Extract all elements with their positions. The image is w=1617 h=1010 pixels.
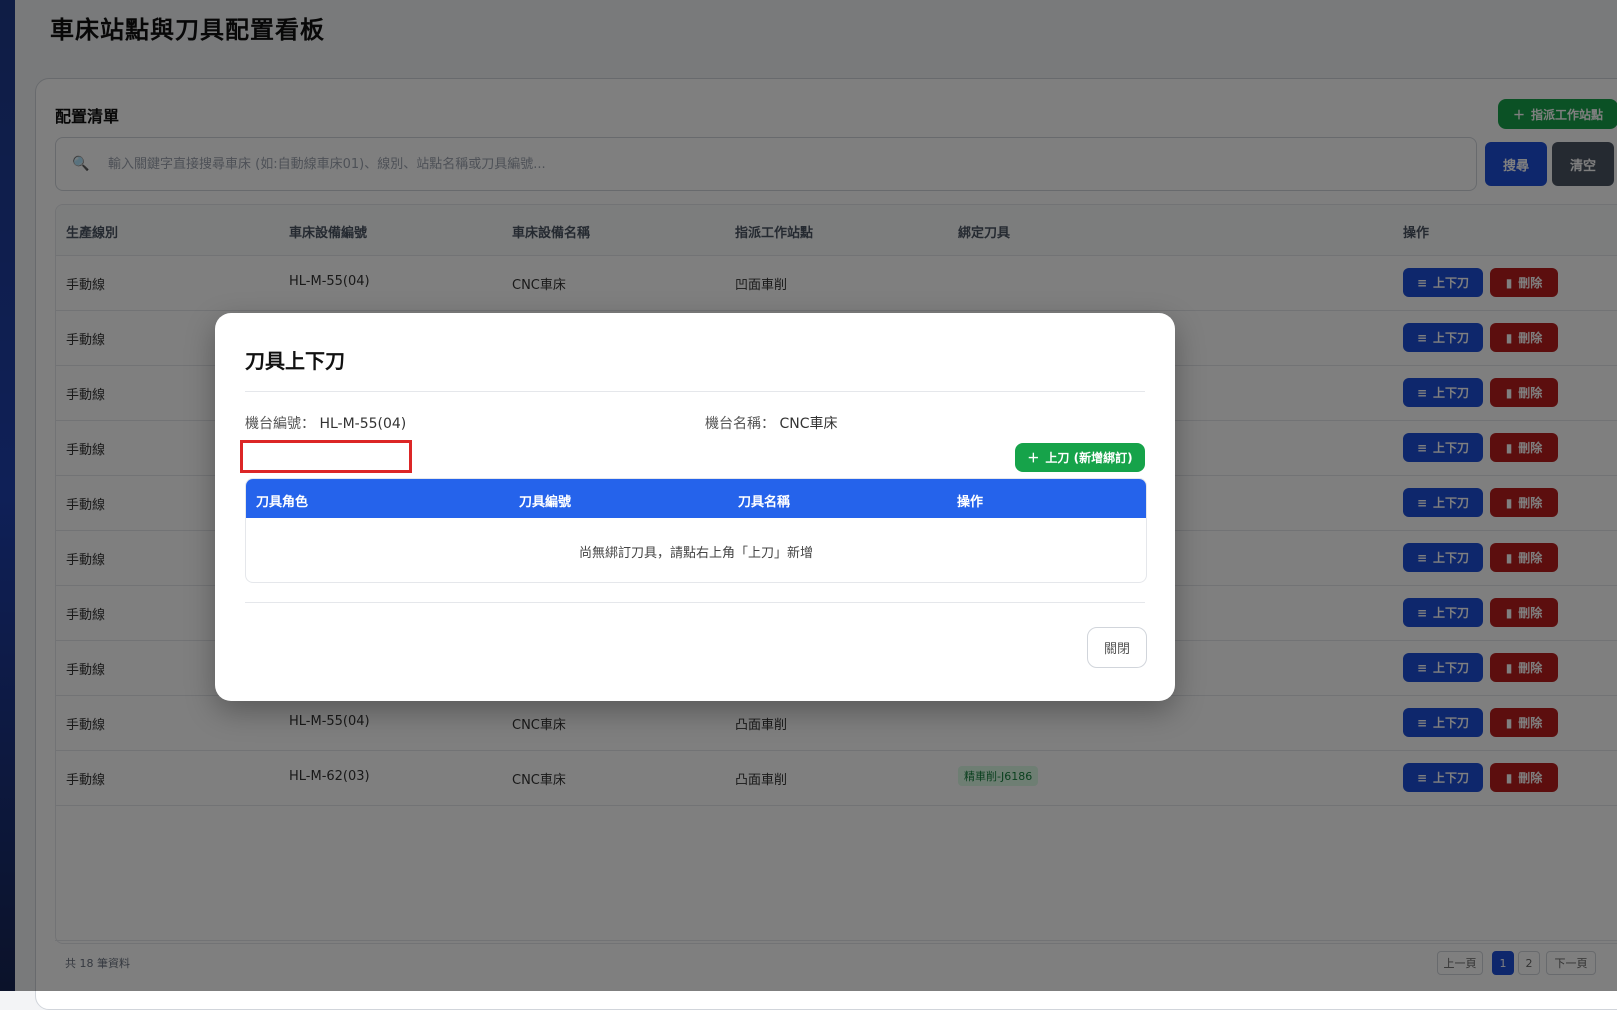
header-tool-actions: 操作 (957, 495, 984, 510)
bound-tools-header: 刀具角色 刀具編號 刀具名稱 操作 (246, 479, 1146, 518)
close-button[interactable]: 關閉 (1087, 627, 1147, 668)
machine-name-label: 機台名稱： (705, 416, 775, 432)
mount-tool-label: 上刀 (新增綁訂) (1045, 451, 1133, 465)
divider (245, 391, 1145, 392)
tool-modal: 刀具上下刀 機台編號： HL-M-55(04) 機台名稱： CNC車床 ＋ 上刀… (215, 313, 1175, 701)
mount-tool-button[interactable]: ＋ 上刀 (新增綁訂) (1015, 443, 1145, 472)
highlight-box (240, 440, 412, 473)
machine-name-info: 機台名稱： CNC車床 (705, 413, 837, 433)
machine-id-info: 機台編號： HL-M-55(04) (245, 413, 406, 433)
header-tool-id: 刀具編號 (519, 495, 572, 510)
bound-tools-table: 刀具角色 刀具編號 刀具名稱 操作 尚無綁訂刀具，請點右上角「上刀」新增 (245, 478, 1147, 583)
machine-id-value: HL-M-55(04) (319, 416, 407, 432)
divider (245, 602, 1145, 603)
header-tool-name: 刀具名稱 (738, 495, 791, 510)
machine-id-label: 機台編號： (245, 416, 315, 432)
header-tool-role: 刀具角色 (256, 495, 309, 510)
modal-title: 刀具上下刀 (245, 349, 345, 373)
empty-message: 尚無綁訂刀具，請點右上角「上刀」新增 (578, 546, 813, 561)
plus-icon: ＋ (1027, 451, 1040, 465)
machine-name-value: CNC車床 (779, 416, 838, 432)
